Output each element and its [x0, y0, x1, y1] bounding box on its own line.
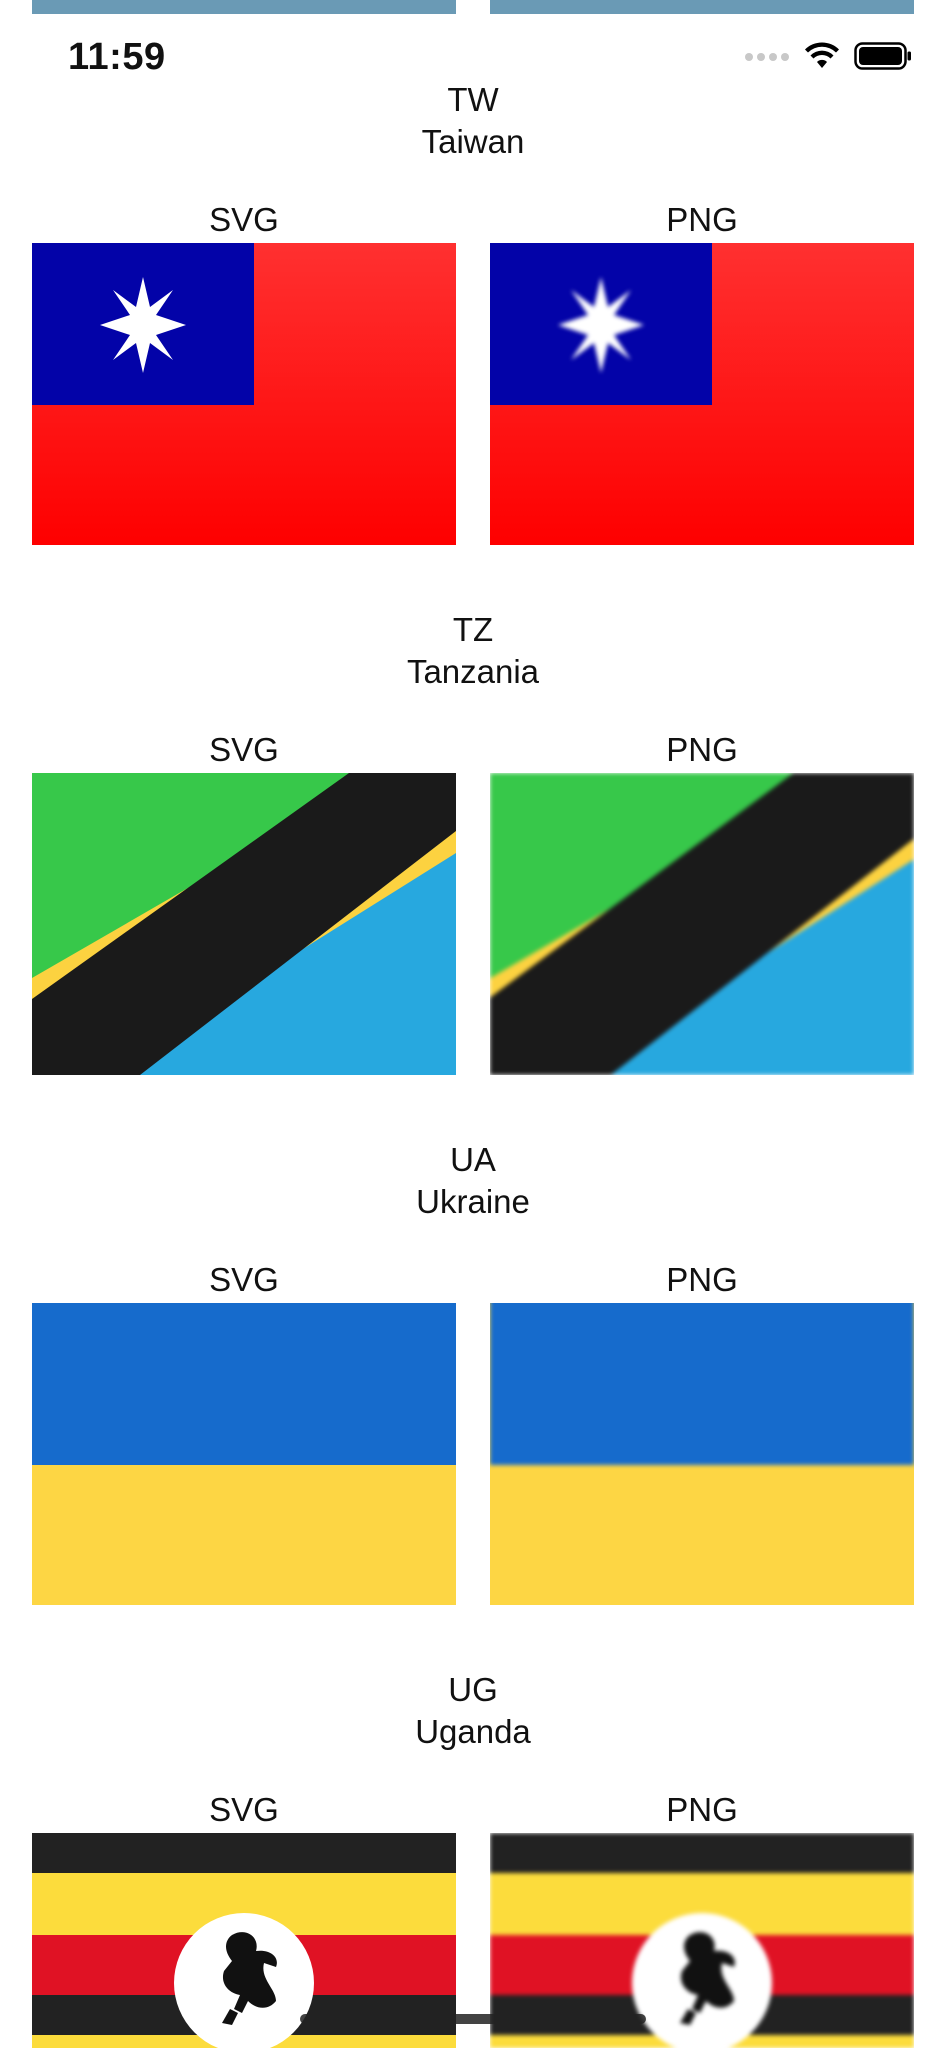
previous-flag-png-partial	[490, 0, 914, 14]
country-section-tw: TW Taiwan SVG PNG	[0, 80, 946, 550]
country-code: UA	[450, 1141, 496, 1178]
country-code: TW	[447, 81, 499, 118]
status-time: 11:59	[68, 36, 166, 78]
flag-ua-svg	[32, 1303, 456, 1605]
country-code: UG	[448, 1671, 498, 1708]
country-code: TZ	[452, 611, 494, 648]
png-column-label: PNG	[666, 1261, 738, 1298]
cellular-dots-icon	[744, 50, 790, 68]
flag-tz-png	[490, 773, 914, 1075]
country-name: Tanzania	[406, 653, 540, 690]
wifi-icon	[804, 42, 840, 75]
flag-ua-png	[490, 1303, 914, 1605]
country-name: Taiwan	[421, 123, 525, 160]
country-section-ua: UA Ukraine SVG PNG	[0, 1140, 946, 1610]
country-section-tz: TZ Tanzania SVG PNG	[0, 610, 946, 1080]
flag-comparison-screen: 11:59 TW Taiwan SVG PNG TZ Tanzania SVG …	[0, 0, 946, 2048]
home-indicator[interactable]	[300, 2014, 646, 2024]
svg-column-label: SVG	[209, 731, 279, 768]
status-bar: 11:59	[0, 30, 946, 86]
status-icons	[744, 42, 912, 75]
svg-column-label: SVG	[209, 201, 279, 238]
previous-flag-svg-partial	[32, 0, 456, 14]
country-name: Uganda	[415, 1713, 531, 1750]
battery-icon	[854, 42, 912, 75]
svg-column-label: SVG	[209, 1261, 279, 1298]
flag-tw-svg	[32, 243, 456, 545]
svg-column-label: SVG	[209, 1791, 279, 1828]
country-section-ug: UG Uganda SVG PNG	[0, 1670, 946, 2048]
png-column-label: PNG	[666, 201, 738, 238]
flag-tw-png	[490, 243, 914, 545]
png-column-label: PNG	[666, 731, 738, 768]
flag-tz-svg	[32, 773, 456, 1075]
png-column-label: PNG	[666, 1791, 738, 1828]
country-name: Ukraine	[416, 1183, 530, 1220]
